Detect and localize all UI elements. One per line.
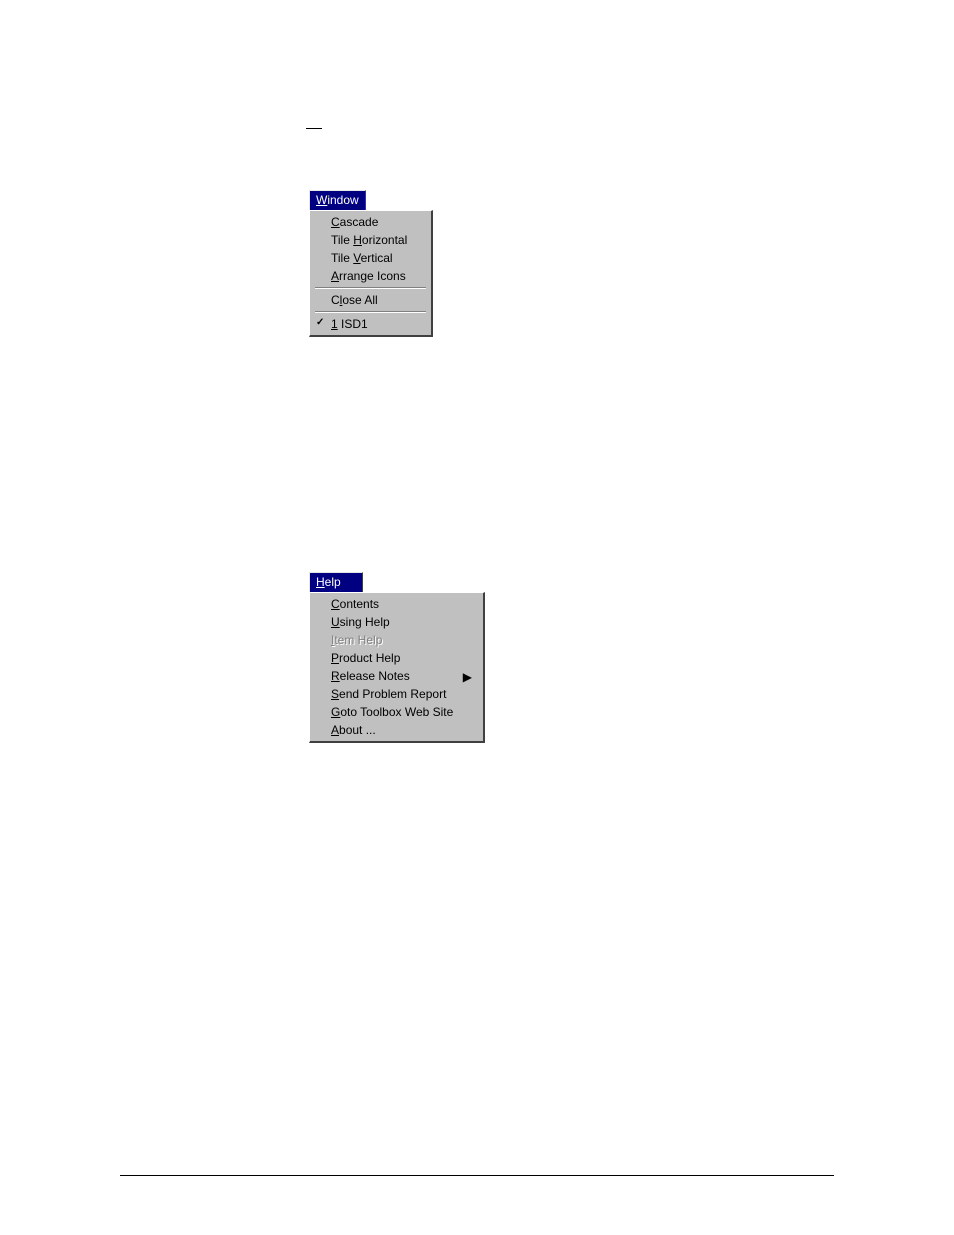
menu-separator [315, 311, 426, 313]
menu-item-post: ontents [340, 597, 379, 611]
menu-item-post: ascade [340, 215, 379, 229]
menu-item-post: sing Help [340, 615, 390, 629]
window-menu-body: CascadeTile HorizontalTile VerticalArran… [309, 210, 433, 337]
menu-item[interactable]: Tile Horizontal [313, 231, 428, 249]
menu-item-accelerator: H [353, 233, 362, 247]
window-menu-title[interactable]: Window [309, 190, 366, 210]
menu-item-post: oto Toolbox Web Site [340, 705, 453, 719]
menu-separator [315, 287, 426, 289]
menu-item-accelerator: S [331, 687, 339, 701]
menu-item-accelerator: A [331, 723, 339, 737]
menu-item[interactable]: ✓ 1 ISD1 [313, 315, 428, 333]
menu-item-accelerator: 1 [331, 317, 338, 331]
help-menu-title[interactable]: Help [309, 572, 363, 592]
menu-item-accelerator: R [331, 669, 340, 683]
menu-item-accelerator: U [331, 615, 340, 629]
menu-item-accelerator: C [331, 597, 340, 611]
menu-title-acc: H [316, 575, 325, 589]
menu-item[interactable]: Release Notes ▶ [313, 667, 480, 685]
menu-item[interactable]: Item Help [313, 631, 480, 649]
menu-item-accelerator: P [331, 651, 339, 665]
menu-item-post: orizontal [362, 233, 407, 247]
menu-item[interactable]: Using Help [313, 613, 480, 631]
menu-item-accelerator: C [331, 215, 340, 229]
menu-item-post: elease Notes [340, 669, 410, 683]
menu-item-post: rrange Icons [339, 269, 406, 283]
menu-item-post: end Problem Report [339, 687, 446, 701]
menu-title-post: indow [327, 193, 358, 207]
menu-title-acc: W [316, 193, 327, 207]
page-footer [120, 1175, 834, 1185]
menu-title-post: elp [325, 575, 341, 589]
menu-item-accelerator: G [331, 705, 340, 719]
menu-item[interactable]: Contents [313, 595, 480, 613]
menu-item-post: bout ... [339, 723, 376, 737]
menu-item[interactable]: Cascade [313, 213, 428, 231]
menu-item[interactable]: Arrange Icons [313, 267, 428, 285]
menu-item[interactable]: Close All [313, 291, 428, 309]
help-menu: Help ContentsUsing HelpItem HelpProduct … [309, 572, 485, 743]
submenu-arrow-icon: ▶ [463, 670, 472, 684]
menu-item-pre: Tile [331, 251, 353, 265]
menu-item-post: roduct Help [339, 651, 400, 665]
menu-item[interactable]: Tile Vertical [313, 249, 428, 267]
help-menu-body: ContentsUsing HelpItem HelpProduct HelpR… [309, 592, 485, 743]
menu-item-post: ISD1 [338, 317, 368, 331]
menu-item-post: ertical [361, 251, 393, 265]
stray-underline [306, 128, 322, 129]
menu-item-post: ose All [342, 293, 377, 307]
check-icon: ✓ [316, 317, 324, 328]
menu-item-accelerator: A [331, 269, 339, 283]
menu-item[interactable]: Send Problem Report [313, 685, 480, 703]
window-menu: Window CascadeTile HorizontalTile Vertic… [309, 190, 433, 337]
page: Window CascadeTile HorizontalTile Vertic… [0, 0, 954, 1235]
menu-item[interactable]: Goto Toolbox Web Site [313, 703, 480, 721]
menu-item-pre: C [331, 293, 340, 307]
menu-item[interactable]: About ... [313, 721, 480, 739]
footer-rule [120, 1175, 834, 1177]
menu-item-post: tem Help [334, 633, 382, 647]
menu-item-accelerator: V [353, 251, 360, 265]
menu-item[interactable]: Product Help [313, 649, 480, 667]
menu-item-pre: Tile [331, 233, 353, 247]
